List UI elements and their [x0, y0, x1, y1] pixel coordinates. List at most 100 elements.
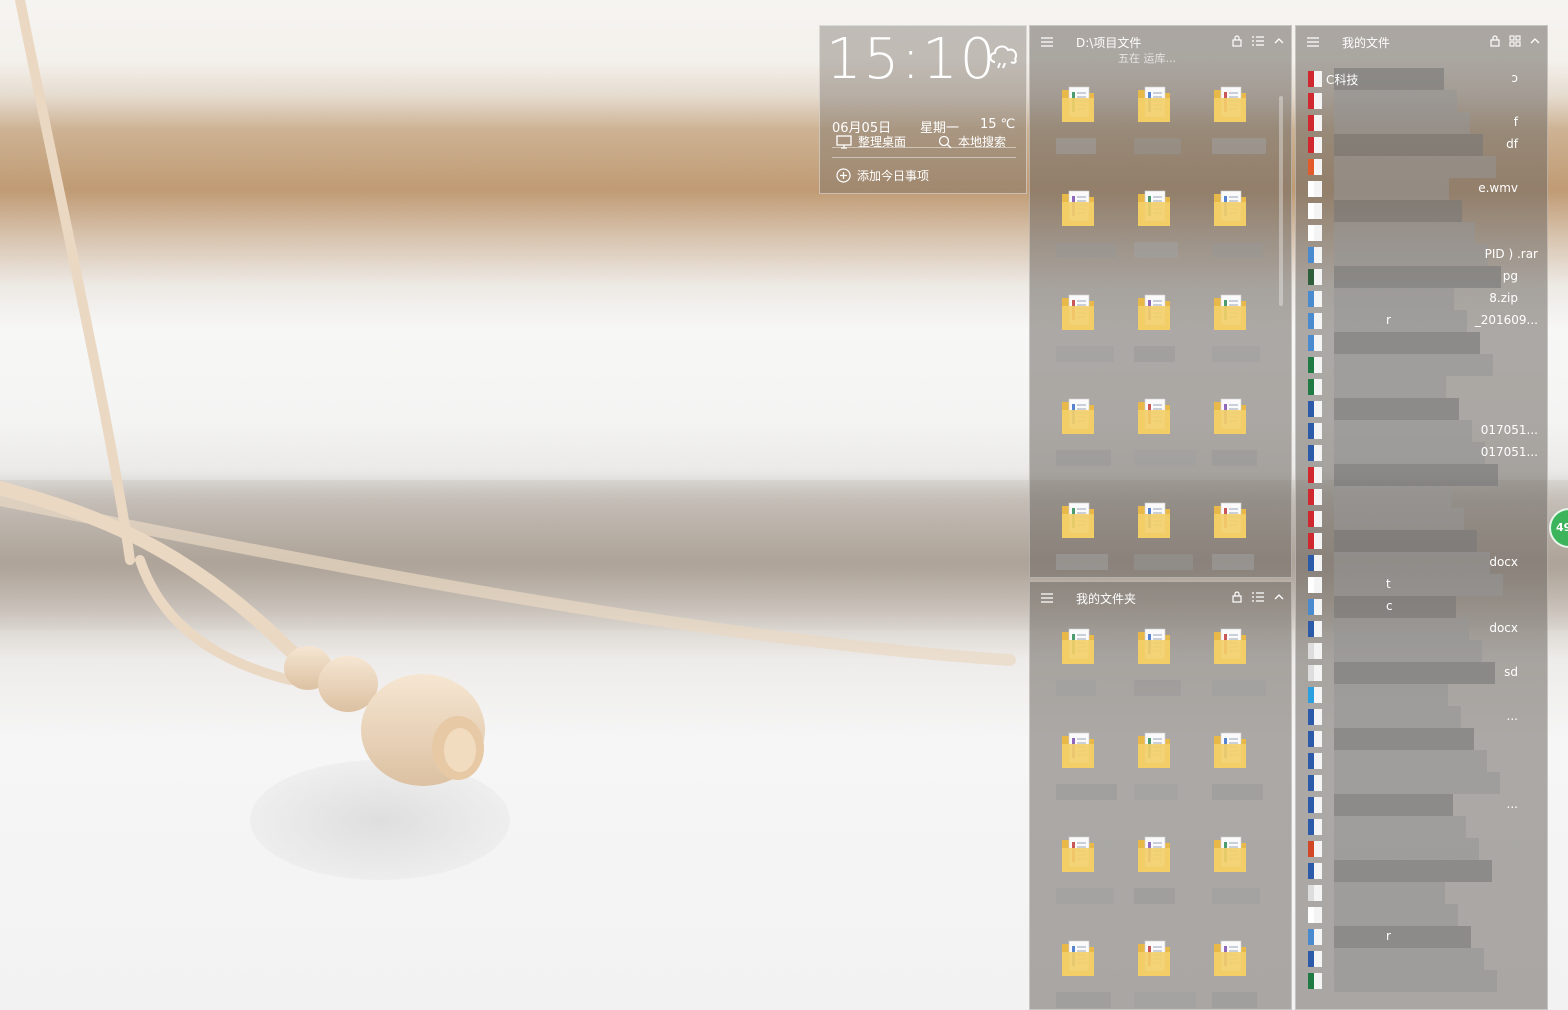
file-list-item[interactable]: [1302, 970, 1542, 992]
folder-icon: [1062, 732, 1094, 768]
fence-project-scrollbar[interactable]: [1279, 96, 1283, 306]
file-list-item[interactable]: [1302, 904, 1542, 926]
file-name-redacted: [1334, 596, 1456, 618]
file-list-item[interactable]: [1302, 486, 1542, 508]
desktop-folder-item[interactable]: [1042, 292, 1114, 388]
desktop-folder-item[interactable]: [1042, 396, 1114, 492]
desktop-folder-item[interactable]: [1194, 188, 1266, 284]
desktop-folder-item[interactable]: [1118, 834, 1190, 930]
excel-file-icon: [1308, 357, 1322, 373]
file-list-item[interactable]: [1302, 684, 1542, 706]
file-list-item[interactable]: [1302, 376, 1542, 398]
file-list-item[interactable]: [1302, 464, 1542, 486]
file-list-item[interactable]: [1302, 860, 1542, 882]
file-list-item[interactable]: c: [1302, 596, 1542, 618]
file-list-item[interactable]: sd: [1302, 662, 1542, 684]
desktop-folder-item[interactable]: [1118, 292, 1190, 388]
file-list-item[interactable]: 8.zip: [1302, 288, 1542, 310]
desktop-folder-item[interactable]: [1194, 834, 1266, 930]
desktop-folder-item[interactable]: [1042, 834, 1114, 930]
desktop-folder-item[interactable]: [1194, 626, 1266, 722]
file-list-item[interactable]: 017051...: [1302, 420, 1542, 442]
collapse-icon[interactable]: [1273, 35, 1285, 47]
desktop-folder-item[interactable]: [1042, 84, 1114, 180]
file-list-item[interactable]: df: [1302, 134, 1542, 156]
file-name-redacted: [1334, 508, 1464, 530]
plus-circle-icon: [836, 168, 851, 183]
organize-desktop-button[interactable]: 整理桌面: [836, 133, 906, 150]
folder-icon: [1138, 940, 1170, 976]
file-list-item[interactable]: [1302, 728, 1542, 750]
file-list-item[interactable]: PID ) .rar: [1302, 244, 1542, 266]
file-list-item[interactable]: [1302, 508, 1542, 530]
grid-view-icon[interactable]: [1509, 35, 1521, 47]
desktop-folder-item[interactable]: [1118, 396, 1196, 492]
menu-icon[interactable]: [1040, 36, 1054, 48]
collapse-icon[interactable]: [1529, 35, 1541, 47]
lock-icon[interactable]: [1231, 35, 1243, 47]
folder-label-redacted: [1056, 450, 1111, 466]
file-list-item[interactable]: [1302, 398, 1542, 420]
folder-label-redacted: [1056, 784, 1117, 800]
desktop-folder-item[interactable]: [1194, 938, 1266, 1010]
fence-my-files[interactable]: 我的文件 C科技 ɔ f df e.wmv PID ) .rar pg 8.zip r _2016…: [1295, 25, 1548, 1010]
desktop-folder-item[interactable]: [1194, 292, 1266, 388]
file-list-item[interactable]: t: [1302, 574, 1542, 596]
lock-icon[interactable]: [1231, 591, 1243, 603]
desktop-folder-item[interactable]: [1118, 730, 1190, 826]
desktop-folder-item[interactable]: [1042, 626, 1114, 722]
file-list-item[interactable]: [1302, 838, 1542, 860]
list-view-icon[interactable]: [1251, 591, 1265, 603]
desktop-folder-item[interactable]: [1118, 626, 1190, 722]
desktop-folder-item[interactable]: [1042, 730, 1117, 826]
menu-icon[interactable]: [1306, 36, 1320, 48]
fence-project-files[interactable]: D:\项目文件 五在 运库...: [1029, 25, 1292, 578]
file-list-item[interactable]: [1302, 948, 1542, 970]
add-today-item-button[interactable]: 添加今日事项: [836, 167, 929, 184]
file-list-item[interactable]: docx: [1302, 552, 1542, 574]
desktop-folder-item[interactable]: [1118, 84, 1190, 180]
folder-icon: [1062, 940, 1094, 976]
file-list-item[interactable]: [1302, 750, 1542, 772]
file-list-item[interactable]: [1302, 816, 1542, 838]
pdf-file-icon: [1308, 511, 1322, 527]
file-list-item[interactable]: [1302, 640, 1542, 662]
file-list-item[interactable]: [1302, 156, 1542, 178]
file-list-item[interactable]: ...: [1302, 706, 1542, 728]
file-list-item[interactable]: pg: [1302, 266, 1542, 288]
file-list-item[interactable]: e.wmv: [1302, 178, 1542, 200]
desktop-folder-item[interactable]: [1118, 188, 1190, 284]
fence-my-folders[interactable]: 我的文件夹: [1029, 581, 1292, 1010]
file-list-item[interactable]: r _201609...: [1302, 310, 1542, 332]
file-list-item[interactable]: [1302, 882, 1542, 904]
file-list-item[interactable]: [1302, 354, 1542, 376]
desktop-folder-item[interactable]: [1194, 396, 1266, 492]
local-search-button[interactable]: 本地搜索: [938, 133, 1006, 150]
file-list-item[interactable]: 017051...: [1302, 442, 1542, 464]
collapse-icon[interactable]: [1273, 591, 1285, 603]
desktop-folder-item[interactable]: [1194, 730, 1266, 826]
file-list-item[interactable]: [1302, 200, 1542, 222]
file-name-redacted: [1334, 926, 1471, 948]
file-list-item[interactable]: [1302, 90, 1542, 112]
file-list-item[interactable]: C科技 ɔ: [1302, 68, 1542, 90]
file-list-item[interactable]: [1302, 772, 1542, 794]
lock-icon[interactable]: [1489, 35, 1501, 47]
folder-label-redacted: [1056, 242, 1117, 258]
file-list-item[interactable]: r: [1302, 926, 1542, 948]
desktop-folder-item[interactable]: [1042, 188, 1117, 284]
word-file-icon: [1308, 797, 1322, 813]
desktop-folder-item[interactable]: [1194, 84, 1266, 180]
file-list-item[interactable]: ...: [1302, 794, 1542, 816]
file-list-item[interactable]: f: [1302, 112, 1542, 134]
folder-label-redacted: [1056, 554, 1108, 570]
add-today-item-label: 添加今日事项: [857, 169, 930, 183]
desktop-folder-item[interactable]: [1118, 938, 1196, 1010]
list-view-icon[interactable]: [1251, 35, 1265, 47]
file-list-item[interactable]: docx: [1302, 618, 1542, 640]
desktop-folder-item[interactable]: [1042, 938, 1114, 1010]
menu-icon[interactable]: [1040, 592, 1054, 604]
file-list-item[interactable]: [1302, 530, 1542, 552]
file-list-item[interactable]: [1302, 222, 1542, 244]
file-list-item[interactable]: [1302, 332, 1542, 354]
